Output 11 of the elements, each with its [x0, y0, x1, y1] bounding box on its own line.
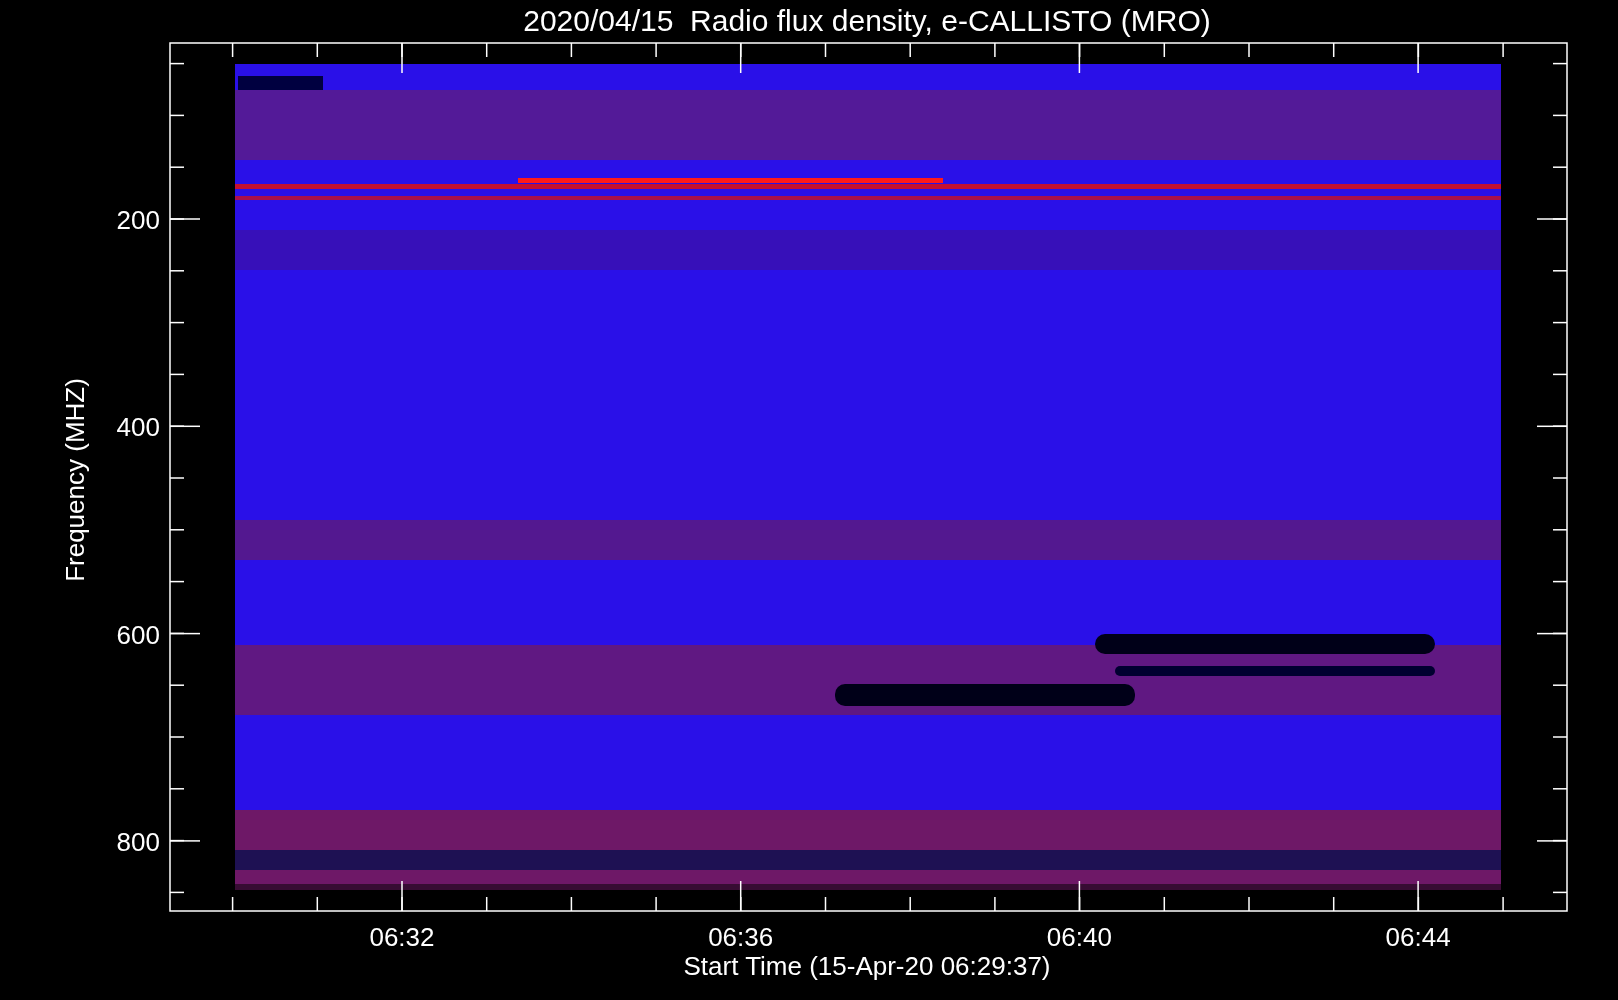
x-tick-label: 06:36	[708, 922, 774, 952]
x-tick-label: 06:32	[369, 922, 435, 952]
y-tick-label: 600	[116, 619, 160, 650]
y-axis-label: Frequency (MHZ)	[60, 378, 90, 582]
x-tick-label: 06:44	[1385, 922, 1451, 952]
x-tick-label: 06:40	[1046, 922, 1112, 952]
x-axis-label: Start Time (15-Apr-20 06:29:37)	[683, 951, 1051, 981]
y-tick-label: 800	[116, 826, 160, 857]
y-tick-label: 400	[116, 412, 160, 443]
y-tick-label: 200	[116, 205, 160, 235]
chart-title: 2020/04/15 Radio flux density, e-CALLISTO (MRO)	[523, 4, 1211, 37]
